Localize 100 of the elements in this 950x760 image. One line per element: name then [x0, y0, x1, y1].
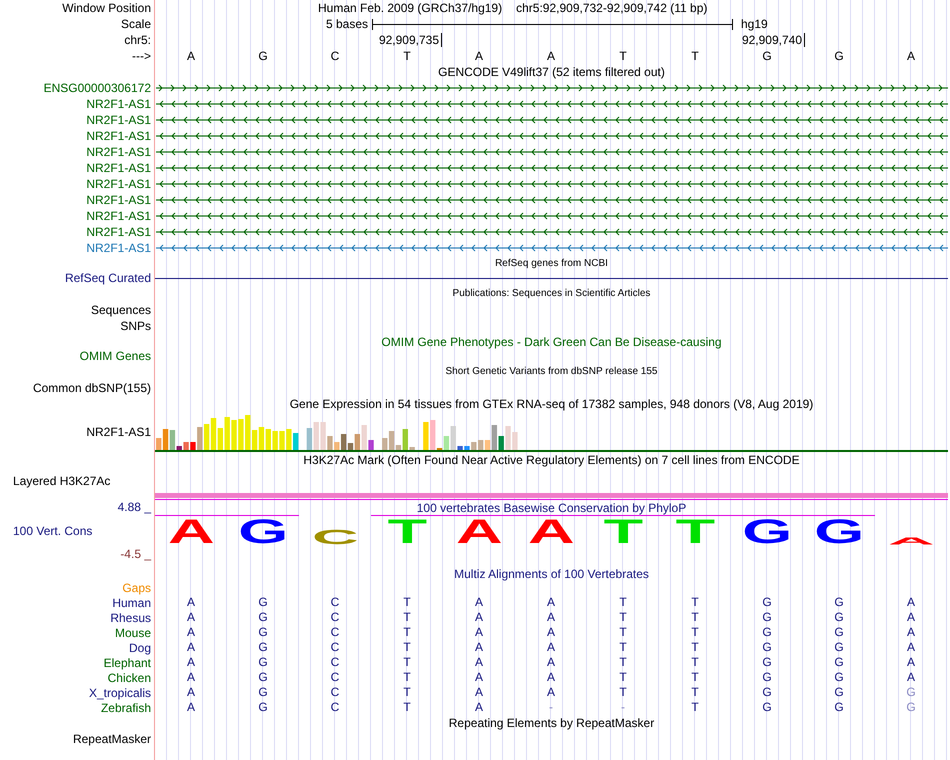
aligned-base: A [906, 625, 916, 640]
track-title: Short Genetic Variants from dbSNP release 155 [446, 365, 658, 379]
track-label[interactable]: Common dbSNP(155) [32, 380, 151, 396]
base-letter: G [761, 48, 773, 64]
track-title: Repeating Elements by RepeatMasker [448, 715, 654, 731]
track-label[interactable]: NR2F1-AS1 [86, 144, 151, 160]
logo-letter: A [528, 519, 574, 545]
logo-letter: G [742, 519, 792, 545]
aligned-base: T [690, 625, 700, 640]
track-label[interactable]: NR2F1-AS1 [86, 208, 151, 224]
track-label[interactable]: 100 Vert. Cons [13, 523, 92, 539]
aligned-base: - [620, 700, 626, 715]
aligned-base: C [330, 700, 340, 715]
aligned-base: G [257, 655, 269, 670]
track-label[interactable]: ---> [132, 48, 151, 64]
aligned-base: T [402, 610, 412, 625]
track-label[interactable]: RepeatMasker [72, 731, 151, 747]
aligned-base: A [546, 625, 556, 640]
aligned-base: - [548, 700, 554, 715]
aligned-base: A [906, 610, 916, 625]
coordinate-tick: 92,909,740 [742, 33, 805, 47]
track-label[interactable]: SNPs [120, 318, 151, 334]
track-label[interactable]: NR2F1-AS1 [86, 160, 151, 176]
logo-letter: A [168, 519, 214, 545]
track-label[interactable]: NR2F1-AS1 [86, 176, 151, 192]
scale-text: 5 bases [324, 16, 368, 32]
aligned-base: A [474, 670, 484, 685]
aligned-base: A [906, 655, 916, 670]
aligned-base: G [761, 625, 773, 640]
track-label[interactable]: Elephant [104, 655, 151, 671]
track-label[interactable]: NR2F1-AS1 [86, 224, 151, 240]
track-title: Publications: Sequences in Scientific Articles [452, 287, 650, 301]
aligned-base: A [474, 655, 484, 670]
track-label[interactable]: -4.5 _ [120, 546, 151, 562]
track-label[interactable]: Dog [128, 640, 151, 656]
aligned-base: T [618, 670, 628, 685]
aligned-base: A [546, 655, 556, 670]
aligned-base: G [761, 685, 773, 700]
aligned-base: A [186, 610, 196, 625]
track-label[interactable]: X_tropicalis [88, 685, 151, 701]
aligned-base: T [690, 655, 700, 670]
track-label[interactable]: Sequences [90, 302, 151, 318]
aligned-base: A [474, 595, 484, 610]
track-label[interactable]: RefSeq Curated [64, 270, 151, 286]
base-letter: T [402, 48, 412, 64]
track-title: Multiz Alignments of 100 Vertebrates [454, 566, 649, 582]
assembly-name: Human Feb. 2009 (GRCh37/hg19) [318, 0, 502, 16]
track-label[interactable]: Scale [120, 16, 151, 32]
aligned-base: G [833, 670, 845, 685]
track-label[interactable]: NR2F1-AS1 [86, 128, 151, 144]
aligned-base: G [905, 700, 917, 715]
aligned-base: G [257, 685, 269, 700]
aligned-base: A [474, 625, 484, 640]
base-letter: G [257, 48, 269, 64]
track-label[interactable]: Chicken [108, 670, 151, 686]
track-label[interactable]: OMIM Genes [80, 348, 151, 364]
aligned-base: A [906, 670, 916, 685]
track-label[interactable]: Mouse [114, 625, 151, 641]
aligned-base: A [546, 595, 556, 610]
aligned-base: C [330, 655, 340, 670]
track-label[interactable]: Zebrafish [100, 700, 151, 716]
track-label[interactable]: NR2F1-AS1 [86, 412, 151, 452]
aligned-base: C [330, 640, 340, 655]
aligned-base: G [257, 700, 269, 715]
aligned-base: A [186, 655, 196, 670]
track-label[interactable]: chr5: [124, 32, 151, 48]
aligned-base: G [833, 610, 845, 625]
base-letter: T [618, 48, 628, 64]
aligned-base: G [761, 655, 773, 670]
track-label[interactable]: Human [112, 595, 151, 611]
base-letter: A [906, 48, 916, 64]
track-label[interactable]: Layered H3K27Ac [13, 470, 110, 492]
aligned-base: T [690, 610, 700, 625]
aligned-base: A [546, 610, 556, 625]
track-label[interactable]: 4.88 _ [118, 499, 151, 515]
aligned-base: A [474, 640, 484, 655]
aligned-base: G [257, 625, 269, 640]
track-label[interactable]: NR2F1-AS1 [86, 240, 151, 256]
aligned-base: A [906, 640, 916, 655]
track-label[interactable]: NR2F1-AS1 [86, 192, 151, 208]
track-label[interactable]: Window Position [62, 0, 151, 16]
base-letter: A [186, 48, 196, 64]
aligned-base: A [186, 625, 196, 640]
aligned-base: T [618, 640, 628, 655]
aligned-base: A [186, 700, 196, 715]
track-label[interactable]: Rhesus [110, 610, 151, 626]
logo-letter: G [814, 519, 864, 545]
aligned-base: T [618, 655, 628, 670]
logo-letter: T [603, 519, 643, 545]
track-label[interactable]: NR2F1-AS1 [86, 96, 151, 112]
aligned-base: A [186, 685, 196, 700]
aligned-base: T [618, 685, 628, 700]
base-letter: G [833, 48, 845, 64]
track-label[interactable]: NR2F1-AS1 [86, 112, 151, 128]
track-label[interactable]: ENSG00000306172 [44, 80, 151, 96]
aligned-base: T [690, 700, 700, 715]
aligned-base: A [474, 685, 484, 700]
aligned-base: T [402, 640, 412, 655]
aligned-base: G [833, 625, 845, 640]
aligned-base: T [402, 595, 412, 610]
